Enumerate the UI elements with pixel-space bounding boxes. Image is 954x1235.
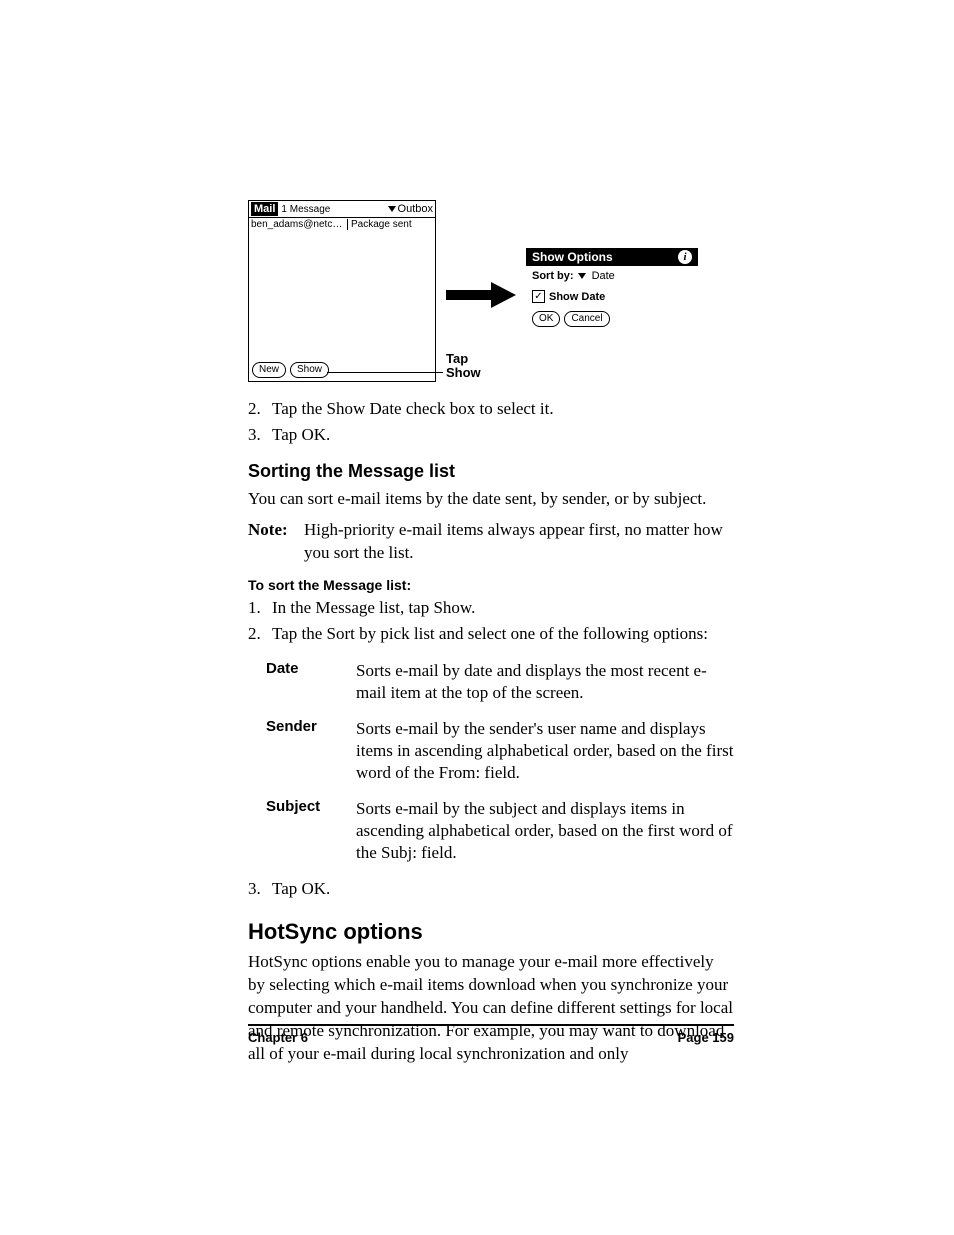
ok-button[interactable]: OK [532,311,560,327]
step-number: 3. [248,424,272,447]
step-text: In the Message list, tap Show. [272,597,475,620]
sort-step-3: 3. Tap OK. [248,878,734,901]
figure: Mail 1 Message Outbox ben_adams@netc… Pa… [248,200,734,382]
show-options-panel: Show Options i Sort by: Date ✓ Show Date… [526,248,698,331]
sorting-intro: You can sort e-mail items by the date se… [248,488,734,511]
mail-screen: Mail 1 Message Outbox ben_adams@netc… Pa… [248,200,436,382]
callout-connector-line [327,372,443,373]
show-button[interactable]: Show [290,362,329,378]
sort-by-row: Sort by: Date [526,266,698,286]
sort-step-1: 1. In the Message list, tap Show. [248,597,734,620]
note-text: High-priority e-mail items always appear… [304,519,734,565]
sort-by-value[interactable]: Date [592,270,615,282]
info-icon[interactable]: i [678,250,692,264]
def-desc: Sorts e-mail by the subject and displays… [356,798,734,864]
step-number: 2. [248,398,272,421]
sort-by-label: Sort by: [532,270,574,282]
note: Note: High-priority e-mail items always … [248,519,734,565]
callout-line1: Tap [446,352,481,366]
callout-line2: Show [446,366,481,380]
chevron-down-icon [388,206,396,212]
footer-chapter: Chapter 6 [248,1030,308,1045]
def-term: Sender [266,718,356,784]
step-number: 1. [248,597,272,620]
def-row-sender: Sender Sorts e-mail by the sender's user… [266,718,734,784]
footer-page: Page 159 [678,1030,734,1045]
step-2: 2. Tap the Show Date check box to select… [248,398,734,421]
mail-list-row[interactable]: ben_adams@netc… Package sent [249,218,435,231]
def-term: Date [266,660,356,704]
show-date-checkbox[interactable]: ✓ [532,290,545,303]
mail-folder-dropdown[interactable]: Outbox [388,203,433,215]
hotsync-paragraph: HotSync options enable you to manage you… [248,951,734,1066]
page-footer: Chapter 6 Page 159 [248,1024,734,1045]
step-text: Tap the Sort by pick list and select one… [272,623,708,646]
show-date-row[interactable]: ✓ Show Date [526,286,698,307]
chevron-down-icon [578,273,586,279]
step-3: 3. Tap OK. [248,424,734,447]
mail-folder-label: Outbox [398,203,433,215]
def-term: Subject [266,798,356,864]
mail-message-count: 1 Message [281,204,330,215]
def-desc: Sorts e-mail by the sender's user name a… [356,718,734,784]
sort-step-2: 2. Tap the Sort by pick list and select … [248,623,734,646]
step-text: Tap OK. [272,424,330,447]
mail-app-title: Mail [251,202,278,216]
def-row-subject: Subject Sorts e-mail by the subject and … [266,798,734,864]
note-label: Note: [248,519,304,565]
step-number: 2. [248,623,272,646]
step-number: 3. [248,878,272,901]
step-text: Tap the Show Date check box to select it… [272,398,554,421]
new-button[interactable]: New [252,362,286,378]
show-date-label: Show Date [549,291,605,303]
arrow-icon [446,280,516,310]
heading-to-sort: To sort the Message list: [248,577,734,593]
show-options-title: Show Options [532,250,613,264]
cancel-button[interactable]: Cancel [564,311,609,327]
def-row-date: Date Sorts e-mail by date and displays t… [266,660,734,704]
show-options-title-bar: Show Options i [526,248,698,266]
step-text: Tap OK. [272,878,330,901]
heading-hotsync: HotSync options [248,919,734,945]
callout-tap-show: Tap Show [446,352,481,380]
mail-row-subject: Package sent [347,219,412,230]
heading-sorting: Sorting the Message list [248,461,734,482]
sort-options-table: Date Sorts e-mail by date and displays t… [266,660,734,865]
def-desc: Sorts e-mail by date and displays the mo… [356,660,734,704]
mail-row-sender: ben_adams@netc… [251,219,347,230]
